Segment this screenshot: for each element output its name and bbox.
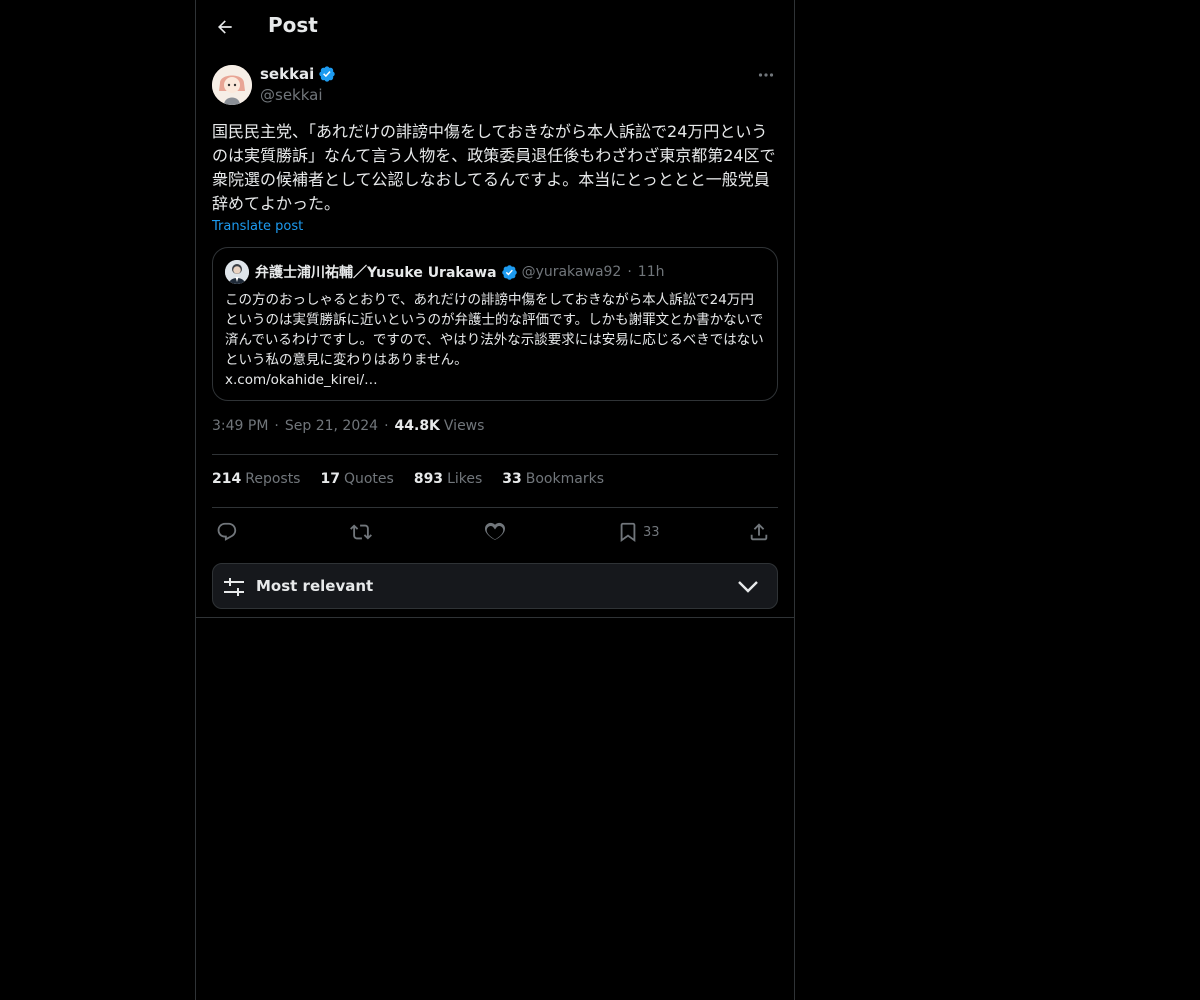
arrow-left-icon [218,20,232,34]
verified-badge-icon [501,264,517,280]
post-date[interactable]: Sep 21, 2024 [285,418,378,434]
like-button[interactable] [484,518,506,546]
more-button[interactable] [754,65,778,85]
reposts-count: 214 [212,471,242,487]
bookmark-count: 33 [643,524,660,540]
post-meta: 3:49 PM · Sep 21, 2024 · 44.8K Views [212,418,484,434]
likes-count: 893 [413,471,444,487]
divider [196,617,794,618]
likes-label: Likes [447,471,483,487]
translate-post-link[interactable]: Translate post [212,219,303,234]
quote-link[interactable]: x.com/okahide_kirei/… [225,370,767,390]
quotes-count: 17 [320,471,340,487]
share-icon [750,523,768,541]
bookmark-icon [620,522,636,543]
author-name-text: sekkai [260,65,315,83]
avatar-image [212,65,252,105]
reposts-label: Reposts [245,471,301,487]
main-column: Post sekkai @sekkai 国民民主党、「あれだけの誹謗中傷をしてお… [195,0,795,1000]
post-text: 国民民主党、「あれだけの誹謗中傷をしておきながら本人訴訟で24万円というのは実質… [212,122,776,213]
share-button[interactable] [748,518,770,546]
divider [212,454,778,455]
separator-dot: · [274,418,279,434]
back-button[interactable] [210,12,240,42]
sort-label: Most relevant [256,577,374,595]
separator-dot: · [384,418,389,434]
quote-author-name[interactable]: 弁護士浦川祐輔／Yusuke Urakawa [255,262,497,282]
sliders-icon [224,578,244,596]
quotes-stat[interactable]: 17 Quotes [320,471,393,487]
sort-replies-dropdown[interactable]: Most relevant [212,563,778,609]
bookmarks-label: Bookmarks [525,471,604,487]
quote-time[interactable]: 11h [638,264,665,280]
author-name[interactable]: sekkai [260,65,336,83]
post-time[interactable]: 3:49 PM [212,418,268,434]
quote-header: 弁護士浦川祐輔／Yusuke Urakawa @yurakawa92 · 11h [225,260,664,284]
reply-button[interactable] [216,518,238,546]
heart-icon [484,522,506,540]
bookmarks-count: 33 [502,471,522,487]
quote-body: この方のおっしゃるとおりで、あれだけの誹謗中傷をしておきながら本人訴訟で24万円… [225,290,767,390]
likes-stat[interactable]: 893 Likes [414,471,482,487]
author-handle[interactable]: @sekkai [260,86,323,104]
repost-icon [350,524,372,540]
bookmarks-stat[interactable]: 33 Bookmarks [502,471,604,487]
more-horizontal-icon [758,73,774,77]
reply-icon [217,522,237,541]
bookmark-button[interactable]: 33 [617,518,660,546]
quotes-label: Quotes [343,471,394,487]
divider [212,507,778,508]
quoted-post[interactable]: 弁護士浦川祐輔／Yusuke Urakawa @yurakawa92 · 11h… [212,247,778,401]
quote-text: この方のおっしゃるとおりで、あれだけの誹謗中傷をしておきながら本人訴訟で24万円… [225,292,764,368]
action-bar: 33 [212,518,778,546]
repost-button[interactable] [350,518,372,546]
avatar[interactable] [212,65,252,105]
quote-avatar[interactable] [225,260,249,284]
verified-badge-icon [319,66,336,82]
views-count: 44.8K [394,418,440,434]
post-stats: 214 Reposts 17 Quotes 893 Likes 33 Bookmarks [212,471,604,487]
top-bar: Post [196,0,794,54]
separator-dot: · [627,264,632,280]
page-title: Post [268,13,318,37]
reposts-stat[interactable]: 214 Reposts [212,471,300,487]
views-label: Views [443,418,485,434]
quote-avatar-image [225,260,249,284]
post-author: sekkai @sekkai [212,65,778,107]
chevron-down-icon [738,581,758,593]
quote-author-handle[interactable]: @yurakawa92 [522,264,622,280]
